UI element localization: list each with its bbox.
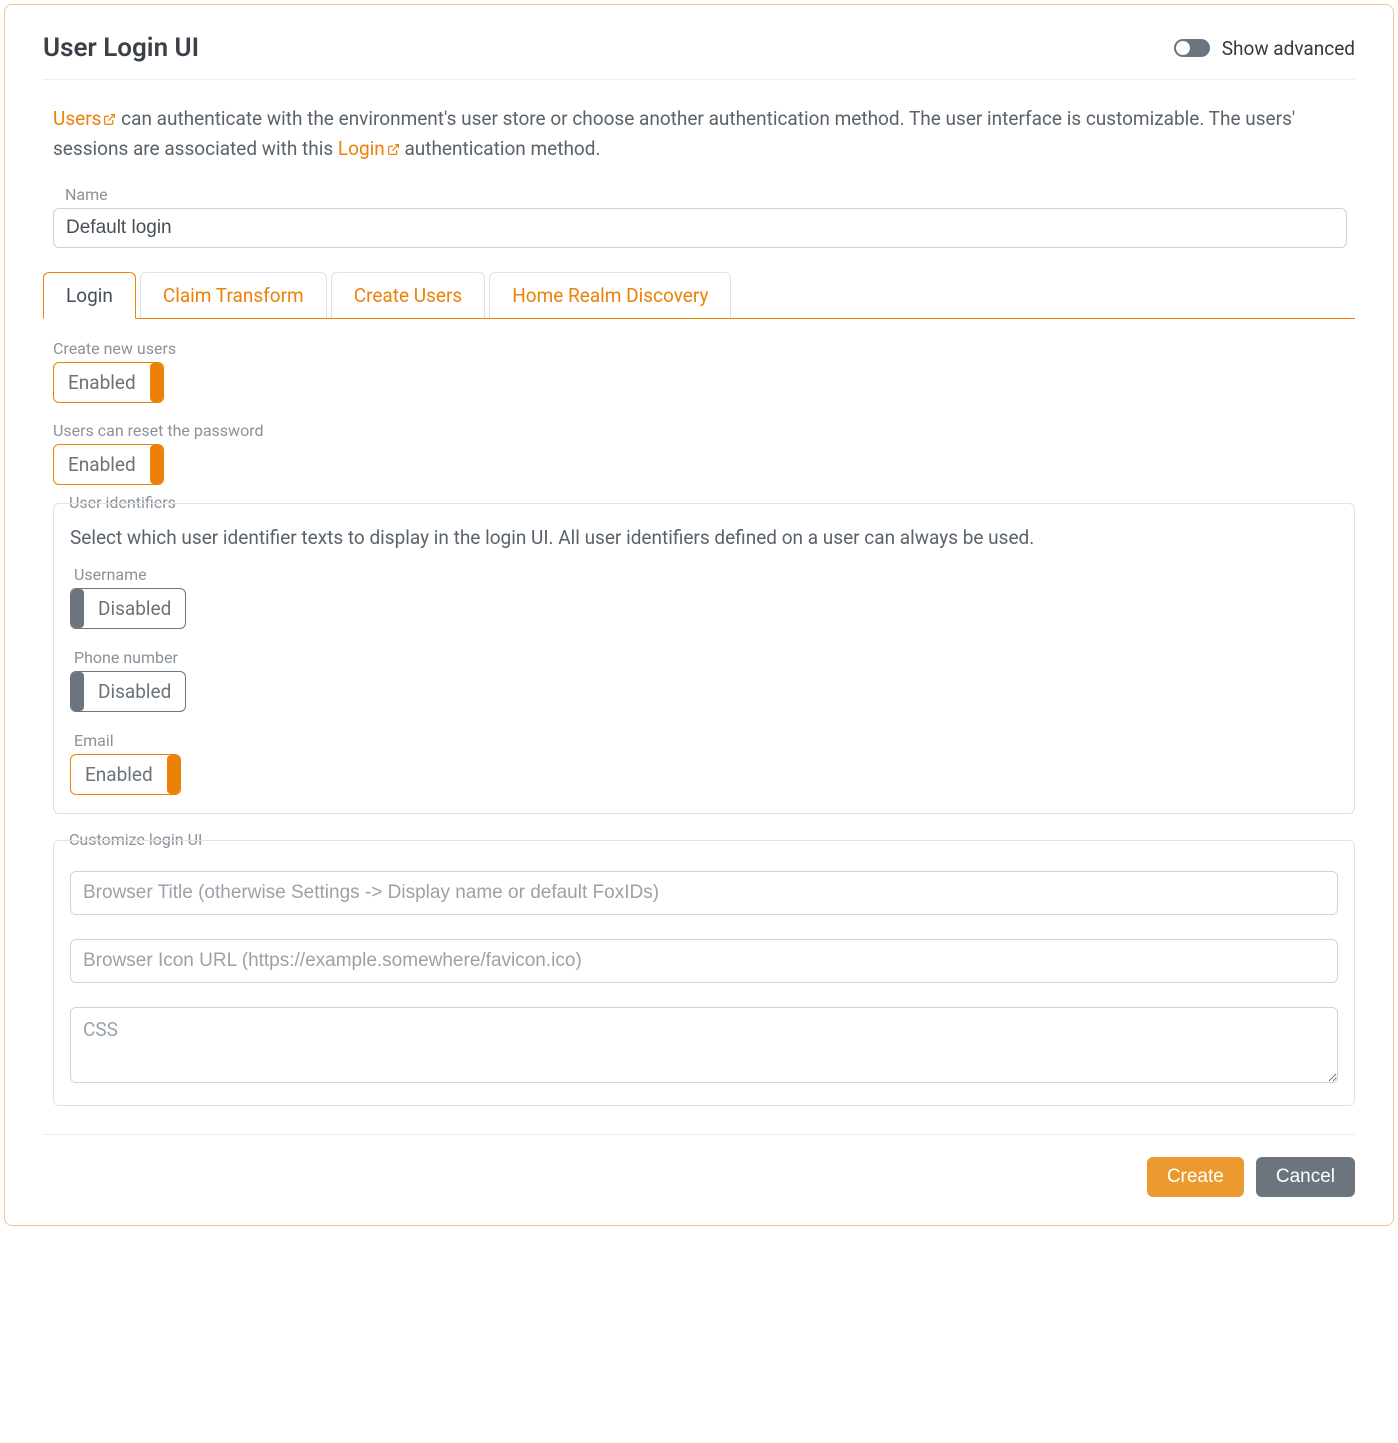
user-identifiers-description: Select which user identifier texts to di… xyxy=(70,526,1338,549)
login-tab-content: Create new users Enabled Users can reset… xyxy=(53,339,1355,1106)
phone-block: Phone number Disabled xyxy=(70,648,1338,715)
phone-toggle[interactable]: Disabled xyxy=(70,671,186,712)
login-link[interactable]: Login xyxy=(338,137,400,160)
create-new-users-label: Create new users xyxy=(53,339,1355,358)
toggle-handle-icon xyxy=(150,363,163,402)
toggle-state-text: Disabled xyxy=(84,589,185,628)
name-input[interactable] xyxy=(53,208,1347,248)
customize-fieldset xyxy=(53,840,1355,1106)
intro-text-2: authentication method. xyxy=(400,137,601,160)
intro-text: Users can authenticate with the environm… xyxy=(53,104,1345,165)
css-textarea[interactable] xyxy=(70,1007,1338,1083)
reset-password-block: Users can reset the password Enabled xyxy=(53,421,1355,485)
user-identifiers-fieldset: Select which user identifier texts to di… xyxy=(53,503,1355,814)
show-advanced-label: Show advanced xyxy=(1222,37,1355,60)
toggle-state-text: Disabled xyxy=(84,672,185,711)
external-link-icon xyxy=(387,143,400,156)
user-identifiers-wrapper: User identifiers Select which user ident… xyxy=(53,503,1355,814)
toggle-switch-icon xyxy=(1174,39,1210,57)
toggle-handle-icon xyxy=(150,445,163,484)
panel-footer: Create Cancel xyxy=(43,1134,1355,1197)
tab-create-users[interactable]: Create Users xyxy=(331,272,486,318)
tab-claim-transform[interactable]: Claim Transform xyxy=(140,272,327,318)
tab-login[interactable]: Login xyxy=(43,272,136,319)
cancel-button[interactable]: Cancel xyxy=(1256,1157,1355,1197)
phone-label: Phone number xyxy=(74,648,1338,667)
username-block: Username Disabled xyxy=(70,565,1338,632)
browser-icon-url-input[interactable] xyxy=(70,939,1338,983)
email-label: Email xyxy=(74,731,1338,750)
email-block: Email Enabled xyxy=(70,731,1338,795)
reset-password-toggle[interactable]: Enabled xyxy=(53,444,164,485)
browser-title-input[interactable] xyxy=(70,871,1338,915)
reset-password-label: Users can reset the password xyxy=(53,421,1355,440)
user-login-ui-panel: User Login UI Show advanced Users can au… xyxy=(4,4,1394,1226)
toggle-state-text: Enabled xyxy=(54,445,150,484)
toggle-handle-icon xyxy=(167,755,180,794)
tabs: Login Claim Transform Create Users Home … xyxy=(43,272,1355,319)
page-title: User Login UI xyxy=(43,33,199,63)
toggle-state-text: Enabled xyxy=(71,755,167,794)
create-new-users-block: Create new users Enabled xyxy=(53,339,1355,403)
toggle-state-text: Enabled xyxy=(54,363,150,402)
intro-text-1: can authenticate with the environment's … xyxy=(53,107,1295,160)
customize-wrapper: Customize login UI xyxy=(53,840,1355,1106)
name-field-block: Name xyxy=(53,185,1355,248)
create-button[interactable]: Create xyxy=(1147,1157,1244,1197)
panel-header: User Login UI Show advanced xyxy=(43,33,1355,80)
show-advanced-toggle[interactable]: Show advanced xyxy=(1174,37,1355,60)
toggle-handle-icon xyxy=(71,672,84,711)
users-link[interactable]: Users xyxy=(53,107,116,130)
username-label: Username xyxy=(74,565,1338,584)
name-label: Name xyxy=(65,185,1355,204)
tab-home-realm-discovery[interactable]: Home Realm Discovery xyxy=(489,272,731,318)
create-new-users-toggle[interactable]: Enabled xyxy=(53,362,164,403)
external-link-icon xyxy=(103,113,116,126)
email-toggle[interactable]: Enabled xyxy=(70,754,181,795)
toggle-handle-icon xyxy=(71,589,84,628)
username-toggle[interactable]: Disabled xyxy=(70,588,186,629)
